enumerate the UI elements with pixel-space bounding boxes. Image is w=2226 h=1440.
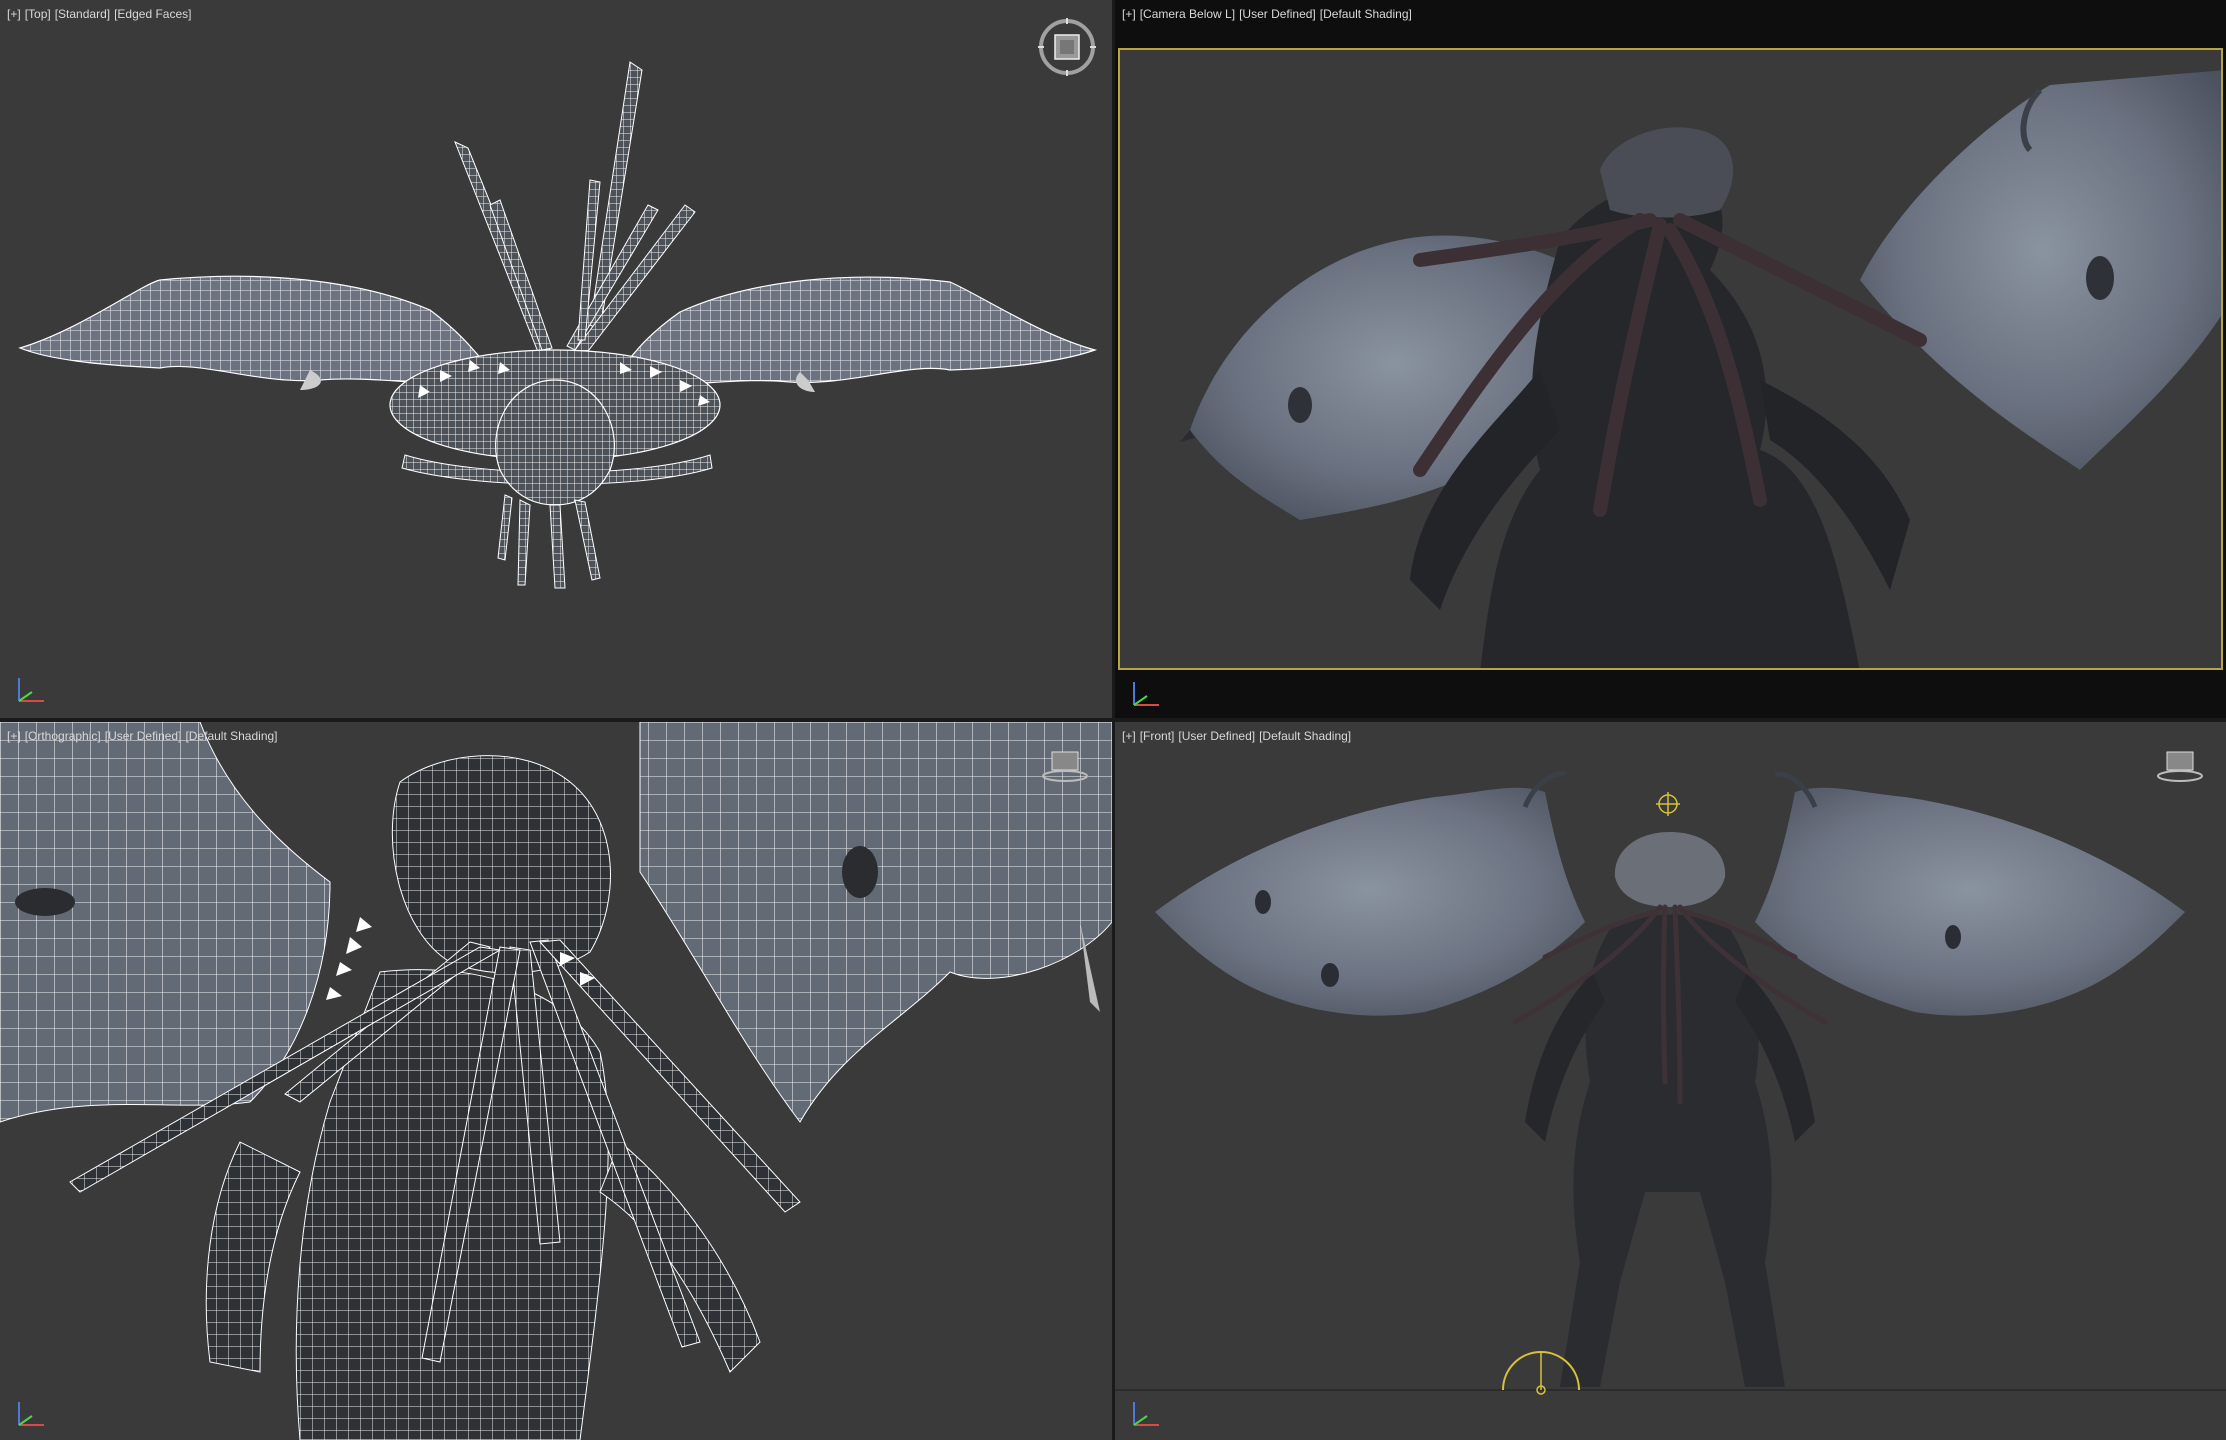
creature-wireframe-closeup[interactable] (0, 722, 1112, 1440)
camera-safe-frame (1118, 48, 2223, 670)
viewport-front[interactable]: [+] [Front] [User Defined] [Default Shading… (1115, 722, 2226, 1440)
light-target-icon[interactable] (1656, 792, 1680, 816)
viewport-shading-label[interactable]: [Edged Faces] (114, 7, 191, 21)
viewport-view-label[interactable]: [Orthographic] (25, 729, 101, 743)
creature-render-front[interactable] (1115, 722, 2226, 1440)
viewport-grid: [+] [Top] [Standard] [Edged Faces] [+] [… (0, 0, 2226, 1440)
viewport-label-camera[interactable]: [+] [Camera Below L] [User Defined] [Defaul… (1122, 7, 1416, 21)
viewport-menu-plus[interactable]: [+] (1122, 7, 1136, 21)
viewport-renderer-label[interactable]: [User Defined] (105, 729, 182, 743)
axis-tripod-icon (1133, 682, 1159, 706)
viewport-shading-label[interactable]: [Default Shading] (1320, 7, 1412, 21)
viewport-label-top[interactable]: [+] [Top] [Standard] [Edged Faces] (7, 7, 195, 21)
viewport-view-label[interactable]: [Front] (1140, 729, 1175, 743)
axis-tripod-icon (18, 1402, 44, 1426)
viewcube-icon[interactable] (2155, 748, 2205, 784)
viewport-shading-label[interactable]: [Default Shading] (185, 729, 277, 743)
viewport-top[interactable]: [+] [Top] [Standard] [Edged Faces] (0, 0, 1112, 718)
viewport-renderer-label[interactable]: [User Defined] (1239, 7, 1316, 21)
creature-render-camera[interactable] (1120, 50, 2223, 670)
axis-tripod-icon (1133, 1402, 1159, 1426)
axis-tripod-icon (18, 678, 44, 702)
viewcube-icon[interactable] (1036, 16, 1098, 78)
viewport-menu-plus[interactable]: [+] (7, 7, 21, 21)
viewport-view-label[interactable]: [Top] (25, 7, 51, 21)
viewport-menu-plus[interactable]: [+] (7, 729, 21, 743)
viewcube-icon[interactable] (1040, 748, 1090, 784)
viewport-camera[interactable]: [+] [Camera Below L] [User Defined] [Defaul… (1115, 0, 2226, 718)
viewport-menu-plus[interactable]: [+] (1122, 729, 1136, 743)
viewport-renderer-label[interactable]: [Standard] (55, 7, 110, 21)
viewport-renderer-label[interactable]: [User Defined] (1178, 729, 1255, 743)
viewport-label-orthographic[interactable]: [+] [Orthographic] [User Defined] [Default … (7, 729, 282, 743)
viewport-orthographic[interactable]: [+] [Orthographic] [User Defined] [Default … (0, 722, 1112, 1440)
viewport-view-label[interactable]: [Camera Below L] (1140, 7, 1235, 21)
viewport-shading-label[interactable]: [Default Shading] (1259, 729, 1351, 743)
creature-wireframe-top[interactable] (0, 0, 1112, 718)
viewport-label-front[interactable]: [+] [Front] [User Defined] [Default Shading… (1122, 729, 1355, 743)
